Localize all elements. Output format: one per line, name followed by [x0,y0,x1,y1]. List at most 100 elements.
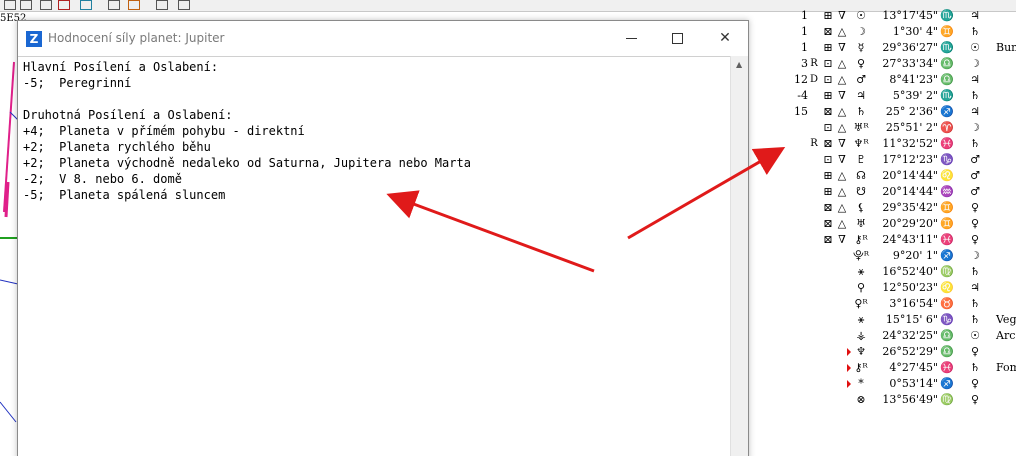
planet-cell-ruler: ♄ [970,297,980,310]
planet-cell-sign: ♓ [940,233,954,246]
planet-row: ⚶ 24°32'25" ♎ ☉ Arc [750,328,1016,344]
planet-cell-ruler: ♂ [970,169,980,182]
toolbar-button[interactable] [58,0,70,10]
planet-row: 12 D ⊡ △ ♂ 8°41'23" ♎ ♃ [750,72,1016,88]
toolbar-button[interactable] [4,0,16,10]
planet-cell-box: ⊠ [823,201,833,214]
planet-row: ⚹ 16°52'40" ♍ ♄ [750,264,1016,280]
planet-cell-ruler: ☽ [970,57,980,70]
planet-cell-degree: 16°52'40" [882,265,938,278]
planet-row: ⯓ᴿ 9°20' 1" ♐ ☽ [750,248,1016,264]
title-bar[interactable]: Z Hodnocení síly planet: Jupiter ✕ [18,21,748,56]
planet-cell-box: ⊡ [823,57,833,70]
planet-cell-degree: 29°36'27" [882,41,938,54]
planet-cell-sign: ♉ [940,297,954,310]
planet-cell-num: 3 [801,57,808,70]
toolbar-button[interactable] [156,0,168,10]
planet-row: ⊡ ∇ ♇ 17°12'23" ♑ ♂ [750,152,1016,168]
planet-cell-asp: △ [837,57,847,70]
planet-cell-ruler: ♀ [970,233,980,246]
planet-cell-sign: ♍ [940,393,954,406]
close-button[interactable]: ✕ [702,21,748,56]
planet-cell-box: ⊡ [823,73,833,86]
planet-cell-ruler: ♄ [970,89,980,102]
planet-cell-box: ⊞ [823,185,833,198]
maximize-button[interactable] [654,21,700,56]
planet-cell-num: 15 [794,105,808,118]
planet-cell-rd: R [810,58,818,69]
planet-cell-ruler: ☽ [970,249,980,262]
planet-cell-num: 12 [794,73,808,86]
planet-cell-ruler: ♀ [970,393,980,406]
planet-cell-box: ⊠ [823,217,833,230]
planet-cell-sign: ♐ [940,249,954,262]
planet-cell-num: 1 [801,25,808,38]
report-line: Hlavní Posílení a Oslabení: [23,60,219,74]
toolbar-button[interactable] [20,0,32,10]
planet-cell-sign: ♑ [940,153,954,166]
report-text-area[interactable]: Hlavní Posílení a Oslabení: -5; Peregrin… [18,56,730,456]
planet-cell-ruler: ♃ [970,9,980,22]
toolbar-button[interactable] [108,0,120,10]
planet-cell-rd: D [809,74,819,85]
planet-row: ♀ᴿ 3°16'54" ♉ ♄ [750,296,1016,312]
planet-cell-ruler: ♄ [970,265,980,278]
planet-row: 1 ⊞ ∇ ☉ 13°17'45" ♏ ♃ [750,8,1016,24]
planet-cell-asp: ∇ [838,137,846,150]
window-title: Hodnocení síly planet: Jupiter [48,31,225,45]
scroll-up-icon[interactable]: ▲ [736,60,742,69]
planet-cell-sign: ♏ [940,9,954,22]
report-line: Druhotná Posílení a Oslabení: [23,108,233,122]
planet-cell-sign: ♈ [940,121,954,134]
planet-cell-degree: 15°15' 6" [885,313,938,326]
planet-cell-sign: ♏ [940,41,954,54]
minimize-button[interactable] [608,21,654,56]
planet-cell-asp: △ [837,201,847,214]
planet-cell-asp: △ [837,217,847,230]
planet-cell-degree: 24°43'11" [882,233,938,246]
planet-row: 1 ⊠ △ ☽ 1°30' 4" ♊ ♄ [750,24,1016,40]
planet-cell-sign: ♎ [940,345,954,358]
planet-cell-degree: 1°30' 4" [892,25,938,38]
planet-cell-degree: 27°33'34" [882,57,938,70]
planet-cell-sign: ♓ [940,137,954,150]
planet-row: ♆ 26°52'29" ♎ ♀ [750,344,1016,360]
planet-cell-ruler: ☉ [970,41,980,54]
planet-cell-box: ⊠ [823,137,833,150]
planet-table: 1 ⊞ ∇ ☉ 13°17'45" ♏ ♃ 1 ⊠ △ ☽ 1°30' 4" ♊ ♄ 1 ⊞ ∇ ☿ 29°36'2… [750,0,1016,456]
planet-cell-box: ⊞ [823,41,833,54]
report-line: -5; Planeta spálená sluncem [23,188,226,202]
planet-cell-rd: R [810,138,818,149]
planet-cell-ruler: ♄ [970,361,980,374]
planet-cell-ruler: ♃ [970,73,980,86]
vertical-scrollbar[interactable]: ▲ [730,56,748,456]
app-logo-icon: Z [26,31,42,47]
toolbar-button[interactable] [178,0,190,10]
planet-cell-degree: 29°35'42" [882,201,938,214]
planet-cell-sign: ♎ [940,329,954,342]
planet-cell-degree: 9°20' 1" [892,249,938,262]
planet-row: 15 ⊠ △ ♄ 25° 2'36" ♐ ♃ [750,104,1016,120]
planet-cell-asp: △ [837,25,847,38]
report-line: +2; Planeta východně nedaleko od Saturna… [23,156,471,170]
planet-row: ⚷ᴿ 4°27'45" ♓ ♄ Fom [750,360,1016,376]
toolbar-button[interactable] [128,0,140,10]
toolbar-button[interactable] [80,0,92,10]
planet-cell-degree: 24°32'25" [882,329,938,342]
planet-cell-degree: 13°56'49" [882,393,938,406]
planet-cell-degree: 11°32'52" [882,137,938,150]
planet-cell-box: ⊞ [823,89,833,102]
planet-cell-sign: ♑ [940,313,954,326]
planet-cell-sign: ♒ [940,185,954,198]
planet-cell-box: ⊞ [823,169,833,182]
planet-cell-sign: ♏ [940,89,954,102]
planet-cell-asp: △ [837,105,847,118]
toolbar-button[interactable] [40,0,52,10]
planet-cell-star: Bun [996,41,1016,54]
planet-cell-box: ⊡ [823,153,833,166]
report-line: -2; V 8. nebo 6. domě [23,172,182,186]
planet-cell-degree: 8°41'23" [889,73,938,86]
planet-cell-asp: △ [837,121,847,134]
planet-row: ⊠ ∇ ⚷ᴿ 24°43'11" ♓ ♀ [750,232,1016,248]
planet-cell-box: ⊠ [823,105,833,118]
